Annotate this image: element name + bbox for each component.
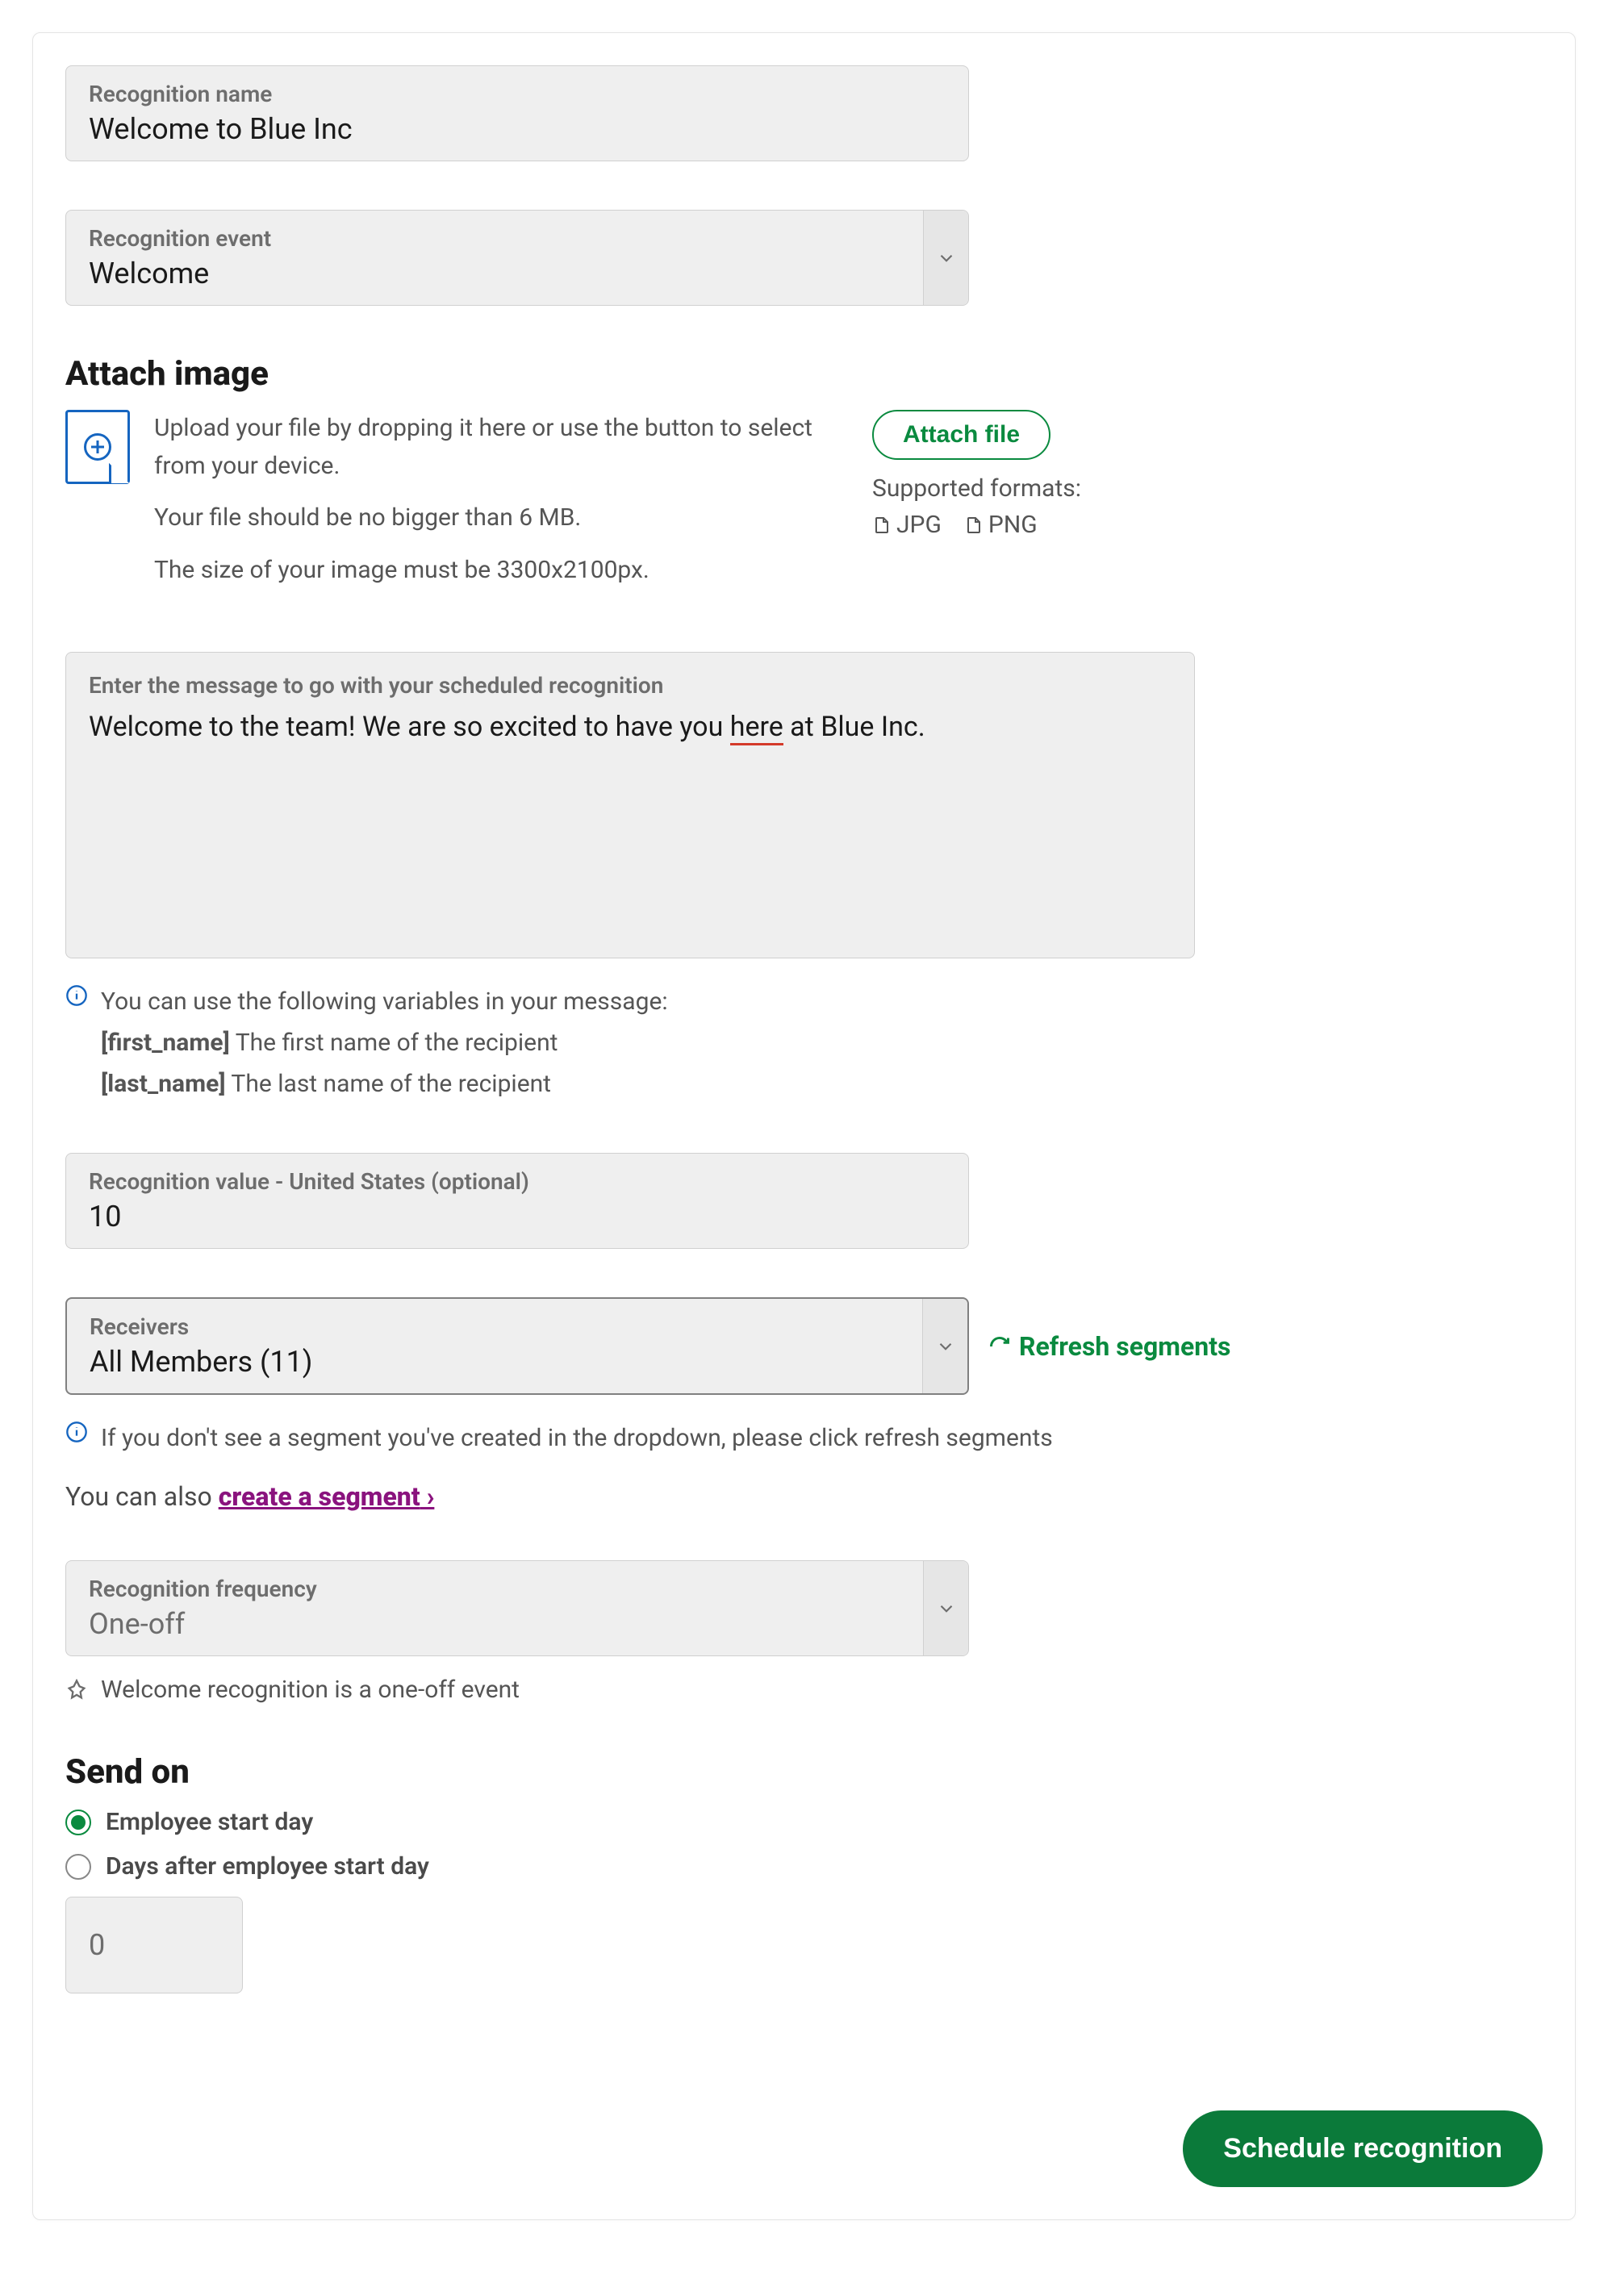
message-value: Welcome to the team! We are so excited t… (89, 708, 1172, 747)
variable-last-name: [last_name] (101, 1070, 226, 1098)
supported-formats-label: Supported formats: (872, 474, 1081, 503)
message-label: Enter the message to go with your schedu… (89, 672, 1172, 699)
recognition-name-value: Welcome to Blue Inc (89, 112, 946, 148)
create-segment-link[interactable]: create a segment (219, 1481, 435, 1512)
refresh-icon (988, 1335, 1011, 1358)
radio-days-after-start[interactable]: Days after employee start day (65, 1852, 1543, 1881)
attach-file-button[interactable]: Attach file (872, 410, 1050, 460)
create-segment-hint: You can also create a segment (65, 1481, 1543, 1512)
upload-file-icon (65, 410, 130, 484)
info-icon (65, 1421, 88, 1446)
refresh-segments-button[interactable]: Refresh segments (988, 1331, 1230, 1362)
receivers-value: All Members (11) (90, 1345, 900, 1380)
recognition-frequency-value: One-off (89, 1607, 900, 1643)
recognition-event-value: Welcome (89, 257, 900, 292)
variables-intro: You can use the following variables in y… (101, 981, 668, 1022)
attach-hint-1: Upload your file by dropping it here or … (154, 410, 832, 485)
recognition-form-card: Recognition name Welcome to Blue Inc Rec… (32, 32, 1576, 2220)
variables-info-note: You can use the following variables in y… (65, 981, 1543, 1104)
recognition-event-select[interactable]: Recognition event Welcome (65, 210, 969, 306)
supported-formats-list: JPG PNG (872, 511, 1081, 539)
recognition-frequency-select[interactable]: Recognition frequency One-off (65, 1560, 969, 1656)
chevron-down-icon (922, 1299, 967, 1393)
recognition-frequency-label: Recognition frequency (89, 1576, 900, 1602)
attach-image-heading: Attach image (65, 354, 1543, 394)
days-after-value: 0 (89, 1928, 105, 1962)
format-jpg: JPG (872, 511, 942, 539)
schedule-recognition-button[interactable]: Schedule recognition (1183, 2110, 1543, 2187)
recognition-value-value: 10 (89, 1200, 946, 1235)
radio-label-start-day: Employee start day (106, 1808, 313, 1836)
spellcheck-flag: here (730, 711, 783, 745)
chevron-down-icon (923, 1561, 968, 1655)
chevron-down-icon (923, 211, 968, 305)
info-icon (65, 984, 88, 1010)
recognition-name-label: Recognition name (89, 81, 946, 107)
receivers-hint-note: If you don't see a segment you've create… (65, 1417, 1543, 1459)
receivers-select[interactable]: Receivers All Members (11) (65, 1297, 969, 1395)
days-after-field[interactable]: 0 (65, 1897, 243, 1993)
radio-icon (65, 1810, 91, 1835)
recognition-name-field[interactable]: Recognition name Welcome to Blue Inc (65, 65, 969, 161)
frequency-note: Welcome recognition is a one-off event (65, 1676, 1543, 1704)
recognition-event-label: Recognition event (89, 225, 900, 252)
recognition-message-textarea[interactable]: Enter the message to go with your schedu… (65, 652, 1195, 958)
variable-first-name: [first_name] (101, 1029, 230, 1057)
radio-icon (65, 1854, 91, 1880)
pin-icon (65, 1679, 88, 1701)
recognition-value-label: Recognition value - United States (optio… (89, 1168, 946, 1195)
radio-label-days-after: Days after employee start day (106, 1852, 429, 1881)
receivers-hint-text: If you don't see a segment you've create… (101, 1417, 1053, 1459)
attach-hint-2: Your file should be no bigger than 6 MB. (154, 499, 832, 537)
attach-image-instructions: Upload your file by dropping it here or … (154, 410, 832, 603)
radio-employee-start-day[interactable]: Employee start day (65, 1808, 1543, 1836)
attach-hint-3: The size of your image must be 3300x2100… (154, 552, 832, 590)
recognition-value-field[interactable]: Recognition value - United States (optio… (65, 1153, 969, 1249)
receivers-label: Receivers (90, 1313, 900, 1340)
format-png: PNG (964, 511, 1038, 539)
send-on-heading: Send on (65, 1752, 1543, 1792)
